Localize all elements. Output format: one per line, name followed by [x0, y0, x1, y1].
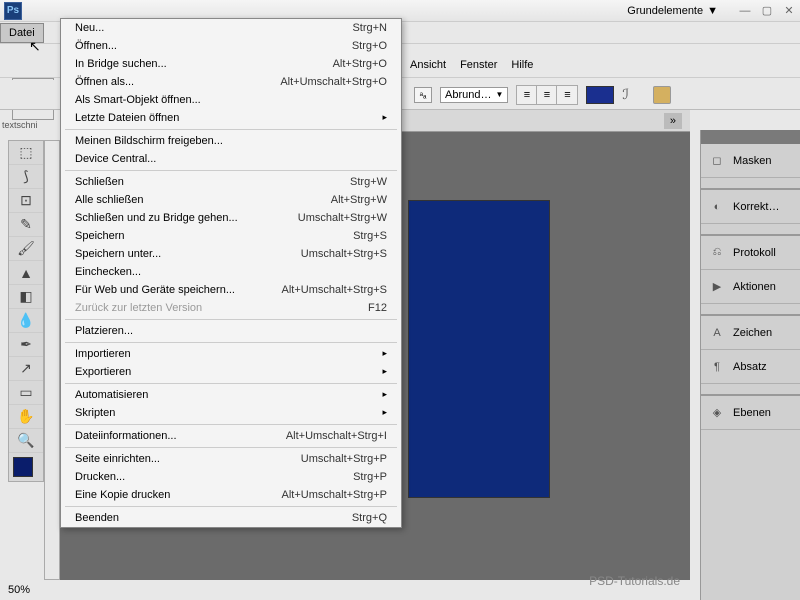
minimize-button[interactable]: — [738, 4, 752, 18]
textschnitt-label: textschni [2, 120, 38, 130]
workspace-selector[interactable]: Grundelemente ▼ [619, 3, 726, 19]
menu-item[interactable]: Device Central... [61, 150, 401, 168]
menu-item[interactable]: Speichern unter...Umschalt+Strg+S [61, 245, 401, 263]
menu-item[interactable]: Importieren [61, 345, 401, 363]
path-tool[interactable]: ↗ [9, 357, 43, 381]
zoom-tool[interactable]: 🔍 [9, 429, 43, 453]
panel-label: Ebenen [733, 407, 771, 419]
menu-item[interactable]: Einchecken... [61, 263, 401, 281]
eraser-tool[interactable]: ◧ [9, 285, 43, 309]
panel-header[interactable] [701, 130, 800, 144]
crop-tool[interactable]: ⊡ [9, 189, 43, 213]
menu-item[interactable]: Platzieren... [61, 322, 401, 340]
panel-icon: A [709, 326, 725, 340]
panel-label: Masken [733, 155, 772, 167]
pen-tool[interactable]: ✒ [9, 333, 43, 357]
brush-tool[interactable]: 🖌 [9, 237, 43, 261]
menu-item[interactable]: Seite einrichten...Umschalt+Strg+P [61, 450, 401, 468]
vertical-ruler [44, 140, 60, 580]
menu-item[interactable]: Als Smart-Objekt öffnen... [61, 91, 401, 109]
menu-item[interactable]: Schließen und zu Bridge gehen...Umschalt… [61, 209, 401, 227]
photoshop-logo: Ps [4, 2, 22, 20]
panel-icon: ⎌ [709, 246, 725, 260]
datei-dropdown: Neu...Strg+NÖffnen...Strg+OIn Bridge suc… [60, 18, 402, 528]
panel-aktionen[interactable]: ▶ Aktionen [701, 270, 800, 304]
datei-menu-button[interactable]: Datei ↖ [0, 23, 44, 43]
menu-item[interactable]: Exportieren [61, 363, 401, 381]
menu-item[interactable]: Skripten [61, 404, 401, 422]
shape-tool[interactable]: ▭ [9, 381, 43, 405]
menu-item[interactable]: BeendenStrg+Q [61, 509, 401, 527]
antialiasing-icon: ᵃₐ [414, 87, 432, 103]
text-color-swatch[interactable] [586, 86, 614, 104]
maximize-button[interactable]: ▢ [760, 4, 774, 18]
panel-icon: ¶ [709, 360, 725, 374]
menu-fenster[interactable]: Fenster [460, 59, 497, 71]
menu-item[interactable]: SpeichernStrg+S [61, 227, 401, 245]
menu-item[interactable]: Meinen Bildschirm freigeben... [61, 132, 401, 150]
workspace-label: Grundelemente [627, 5, 703, 17]
warp-text-icon[interactable]: ℐ [622, 86, 629, 103]
tools-palette: ⬚ ⟆ ⊡ ✎ 🖌 ▲ ◧ 💧 ✒ ↗ ▭ ✋ 🔍 [8, 140, 44, 482]
menu-item[interactable]: Für Web und Geräte speichern...Alt+Umsch… [61, 281, 401, 299]
align-left-button[interactable]: ≡ [517, 86, 537, 104]
eyedropper-tool[interactable]: ✎ [9, 213, 43, 237]
panel-protokoll[interactable]: ⎌ Protokoll [701, 236, 800, 270]
watermark: PSD-Tutorials.de [589, 574, 680, 588]
menu-ansicht[interactable]: Ansicht [410, 59, 446, 71]
panel-icon: ◐ [709, 200, 725, 214]
menu-hilfe[interactable]: Hilfe [511, 59, 533, 71]
panel-label: Zeichen [733, 327, 772, 339]
paragraph-panel-icon[interactable] [653, 86, 671, 104]
close-button[interactable]: ✕ [782, 4, 796, 18]
menu-item[interactable]: In Bridge suchen...Alt+Strg+O [61, 55, 401, 73]
panel-icon: ◻ [709, 154, 725, 168]
menu-item[interactable]: Eine Kopie druckenAlt+Umschalt+Strg+P [61, 486, 401, 504]
chevron-down-icon: ▼ [707, 5, 718, 17]
zoom-level[interactable]: 50% [2, 582, 36, 598]
panel-label: Aktionen [733, 281, 776, 293]
tab-scroll-button[interactable]: » [664, 113, 682, 129]
panel-absatz[interactable]: ¶ Absatz [701, 350, 800, 384]
panel-korrekt[interactable]: ◐ Korrekt… [701, 190, 800, 224]
menu-item[interactable]: Öffnen...Strg+O [61, 37, 401, 55]
panel-label: Korrekt… [733, 201, 779, 213]
lasso-tool[interactable]: ⟆ [9, 165, 43, 189]
menu-item[interactable]: Letzte Dateien öffnen [61, 109, 401, 127]
stamp-tool[interactable]: ▲ [9, 261, 43, 285]
align-right-button[interactable]: ≡ [557, 86, 577, 104]
menu-item[interactable]: Alle schließenAlt+Strg+W [61, 191, 401, 209]
document-canvas[interactable] [408, 200, 550, 498]
panel-label: Absatz [733, 361, 767, 373]
menu-item[interactable]: Neu...Strg+N [61, 19, 401, 37]
menu-item[interactable]: Automatisieren [61, 386, 401, 404]
align-center-button[interactable]: ≡ [537, 86, 557, 104]
panel-masken[interactable]: ◻ Masken [701, 144, 800, 178]
menu-item[interactable]: Öffnen als...Alt+Umschalt+Strg+O [61, 73, 401, 91]
hand-tool[interactable]: ✋ [9, 405, 43, 429]
foreground-color[interactable] [13, 457, 33, 477]
menu-item[interactable]: SchließenStrg+W [61, 173, 401, 191]
menu-item[interactable]: Drucken...Strg+P [61, 468, 401, 486]
antialiasing-select[interactable]: Abrund…▼ [440, 87, 508, 103]
panel-icon: ▶ [709, 280, 725, 294]
chevron-down-icon: ▼ [495, 90, 503, 99]
panel-label: Protokoll [733, 247, 776, 259]
panel-zeichen[interactable]: A Zeichen [701, 316, 800, 350]
blur-tool[interactable]: 💧 [9, 309, 43, 333]
text-align-group: ≡ ≡ ≡ [516, 85, 578, 105]
marquee-tool[interactable]: ⬚ [9, 141, 43, 165]
panel-icon: ◈ [709, 406, 725, 420]
panel-ebenen[interactable]: ◈ Ebenen [701, 396, 800, 430]
menu-item: Zurück zur letzten VersionF12 [61, 299, 401, 317]
menu-item[interactable]: Dateiinformationen...Alt+Umschalt+Strg+I [61, 427, 401, 445]
